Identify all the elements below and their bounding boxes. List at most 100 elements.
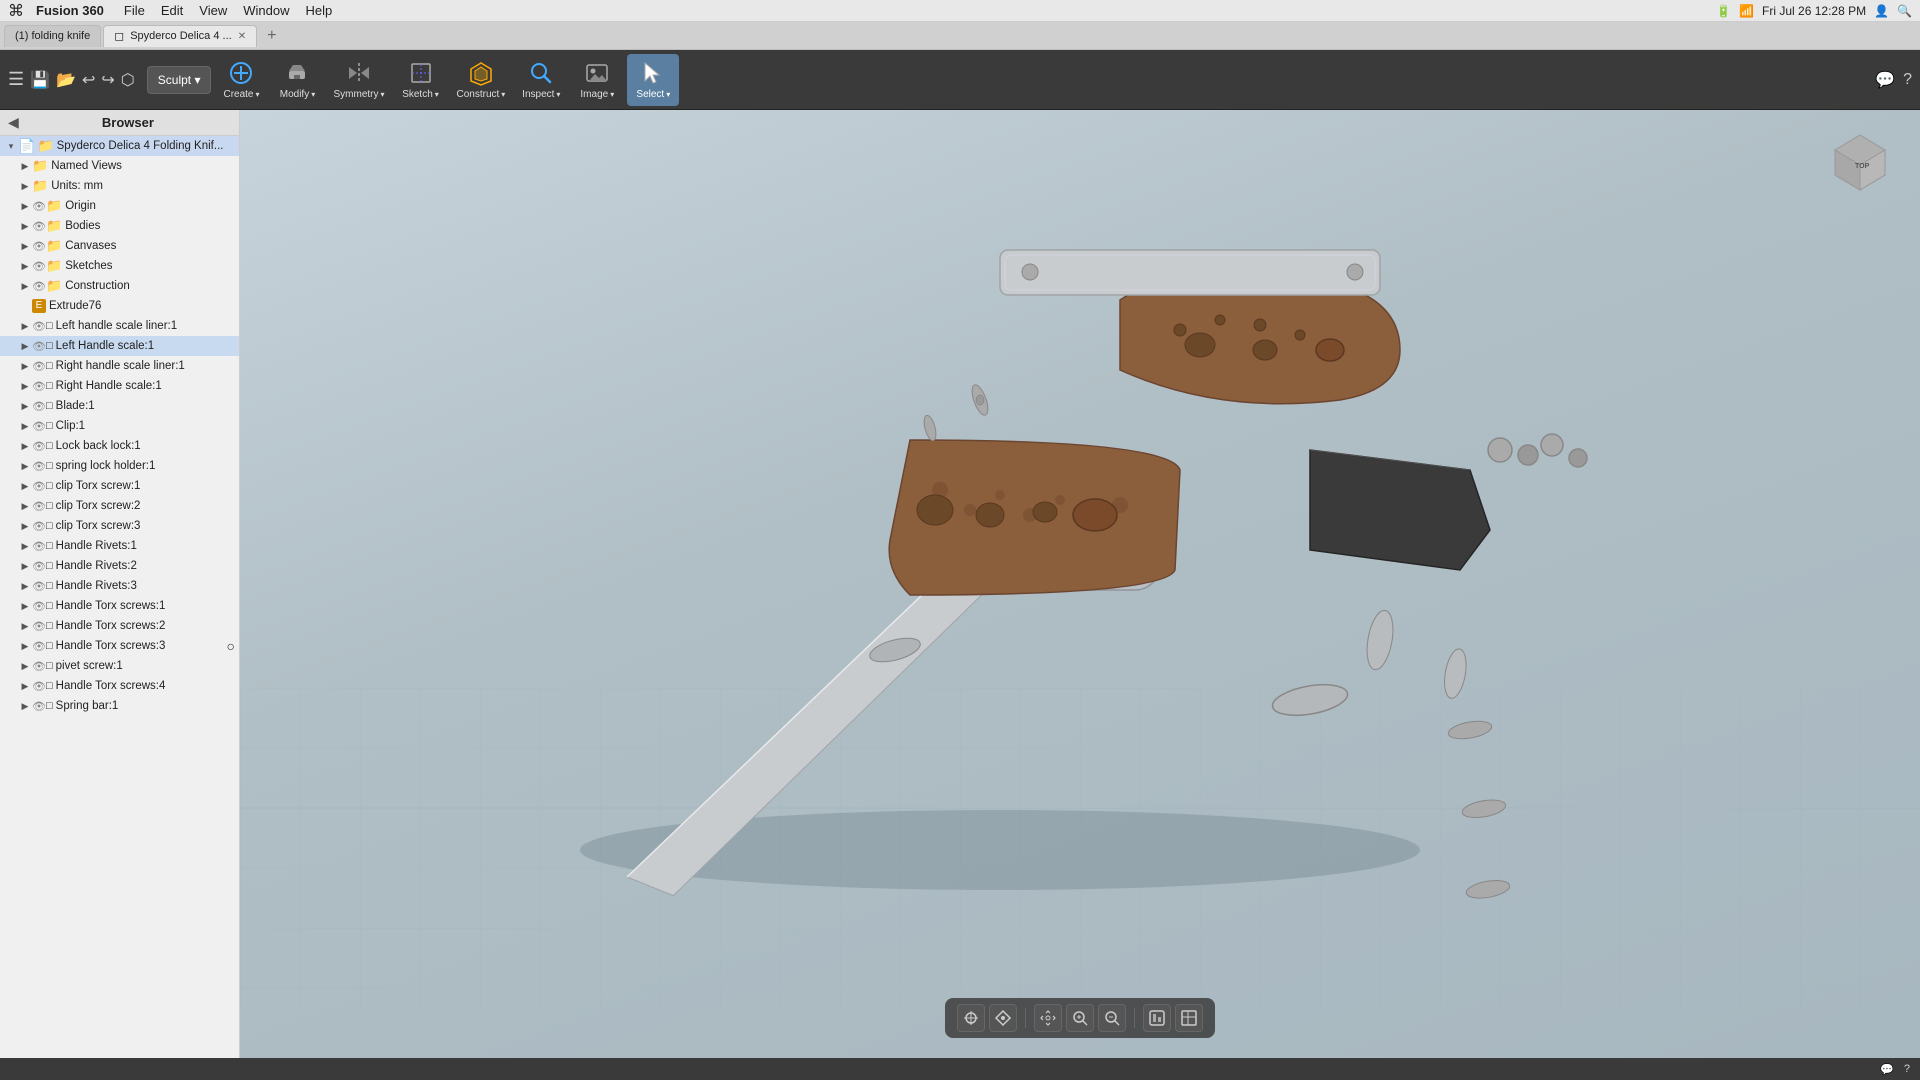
search-icon[interactable]: 🔍 — [1897, 4, 1912, 18]
grid-settings-button[interactable] — [1175, 1004, 1203, 1032]
tree-canvases[interactable]: ▶ 👁 📁 Canvases — [0, 236, 239, 256]
eye-cts2[interactable]: 👁 — [32, 500, 46, 513]
eye-bodies[interactable]: 👁 — [32, 220, 46, 233]
modify-tool[interactable]: Modify▾ — [271, 54, 323, 106]
image-tool[interactable]: Image▾ — [571, 54, 623, 106]
tree-named-views[interactable]: ▶ 📁 Named Views — [0, 156, 239, 176]
eye-lhsl[interactable]: 👁 — [32, 320, 46, 333]
create-tool[interactable]: Create▾ — [215, 54, 267, 106]
eye-hr1[interactable]: 👁 — [32, 540, 46, 553]
explode-button[interactable] — [989, 1004, 1017, 1032]
tree-hr3[interactable]: ▶ 👁 □ Handle Rivets:3 — [0, 576, 239, 596]
sketch-tool[interactable]: Sketch▾ — [395, 54, 447, 106]
tree-cts3[interactable]: ▶ 👁 □ clip Torx screw:3 — [0, 516, 239, 536]
tree-lbl[interactable]: ▶ 👁 □ Lock back lock:1 — [0, 436, 239, 456]
slh-label: spring lock holder:1 — [56, 460, 235, 472]
apple-logo[interactable]: ⌘ — [8, 1, 24, 21]
undo-icon[interactable]: ↩ — [82, 70, 95, 90]
tree-hr2[interactable]: ▶ 👁 □ Handle Rivets:2 — [0, 556, 239, 576]
tree-lhsl[interactable]: ▶ 👁 □ Left handle scale liner:1 — [0, 316, 239, 336]
user-icon[interactable]: 👤 — [1874, 4, 1889, 18]
menu-file[interactable]: File — [124, 3, 145, 18]
eye-cts1[interactable]: 👁 — [32, 480, 46, 493]
tree-hr1[interactable]: ▶ 👁 □ Handle Rivets:1 — [0, 536, 239, 556]
tree-slh[interactable]: ▶ 👁 □ spring lock holder:1 — [0, 456, 239, 476]
eye-origin[interactable]: 👁 — [32, 200, 46, 213]
tree-blade[interactable]: ▶ 👁 □ Blade:1 — [0, 396, 239, 416]
menu-edit[interactable]: Edit — [161, 3, 183, 18]
root-doc-icon: 📄 — [18, 138, 35, 155]
eye-sketches[interactable]: 👁 — [32, 260, 46, 273]
comment-icon[interactable]: 💬 — [1875, 70, 1895, 90]
eye-canvases[interactable]: 👁 — [32, 240, 46, 253]
eye-hts1[interactable]: 👁 — [32, 600, 46, 613]
viewcube[interactable]: TOP — [1820, 130, 1900, 210]
eye-cts3[interactable]: 👁 — [32, 520, 46, 533]
symmetry-tool[interactable]: Symmetry▾ — [327, 54, 390, 106]
zoom-fit-button[interactable] — [1066, 1004, 1094, 1032]
tree-units[interactable]: ▶ 📁 Units: mm — [0, 176, 239, 196]
tree-origin[interactable]: ▶ 👁 📁 Origin — [0, 196, 239, 216]
tree-sketches[interactable]: ▶ 👁 📁 Sketches — [0, 256, 239, 276]
eye-rhs[interactable]: 👁 — [32, 380, 46, 393]
tree-clip[interactable]: ▶ 👁 □ Clip:1 — [0, 416, 239, 436]
tree-hts2[interactable]: ▶ 👁 □ Handle Torx screws:2 — [0, 616, 239, 636]
eye-hr2[interactable]: 👁 — [32, 560, 46, 573]
pan-button[interactable] — [1034, 1004, 1062, 1032]
eye-hts2[interactable]: 👁 — [32, 620, 46, 633]
knife-3d-model — [420, 170, 1620, 920]
joint-origin-button[interactable] — [957, 1004, 985, 1032]
tree-rhs[interactable]: ▶ 👁 □ Right Handle scale:1 — [0, 376, 239, 396]
eye-hr3[interactable]: 👁 — [32, 580, 46, 593]
tab-folding-knife[interactable]: (1) folding knife — [4, 25, 101, 47]
tree-hts1[interactable]: ▶ 👁 □ Handle Torx screws:1 — [0, 596, 239, 616]
statusbar-help-icon[interactable]: ? — [1904, 1063, 1910, 1076]
select-tool[interactable]: Select▾ — [627, 54, 679, 106]
sketch-label: Sketch▾ — [402, 89, 439, 100]
sculpt-button[interactable]: Sculpt ▾ — [147, 66, 212, 94]
menu-window[interactable]: Window — [243, 3, 289, 18]
open-icon[interactable]: 📂 — [56, 70, 76, 90]
eye-hts3[interactable]: 👁 — [32, 640, 46, 653]
sidebar-back-button[interactable]: ◀ — [8, 114, 19, 131]
tab-spyderco[interactable]: ◻ Spyderco Delica 4 ... ✕ — [103, 25, 257, 47]
eye-lbl[interactable]: 👁 — [32, 440, 46, 453]
display-settings-button[interactable] — [1143, 1004, 1171, 1032]
save-icon[interactable]: 💾 — [30, 70, 50, 90]
menu-help[interactable]: Help — [305, 3, 332, 18]
inspect-tool[interactable]: Inspect▾ — [515, 54, 567, 106]
statusbar-comment-icon[interactable]: 💬 — [1880, 1063, 1894, 1076]
tree-hts4[interactable]: ▶ 👁 □ Handle Torx screws:4 — [0, 676, 239, 696]
tree-hts3[interactable]: ▶ 👁 □ Handle Torx screws:3 ○ — [0, 636, 239, 656]
eye-hts4[interactable]: 👁 — [32, 680, 46, 693]
eye-rhsl[interactable]: 👁 — [32, 360, 46, 373]
tree-lhs[interactable]: ▶ 👁 □ Left Handle scale:1 — [0, 336, 239, 356]
tab-close-button[interactable]: ✕ — [238, 31, 246, 42]
new-tab-button[interactable]: + — [259, 27, 284, 45]
tree-cts1[interactable]: ▶ 👁 □ clip Torx screw:1 — [0, 476, 239, 496]
help-icon[interactable]: ? — [1903, 71, 1912, 89]
tree-construction[interactable]: ▶ 👁 📁 Construction — [0, 276, 239, 296]
eye-construction[interactable]: 👁 — [32, 280, 46, 293]
menu-toggle-icon[interactable]: ☰ — [8, 69, 24, 90]
tree-ps[interactable]: ▶ 👁 □ pivet screw:1 — [0, 656, 239, 676]
redo-icon[interactable]: ↪ — [101, 70, 114, 90]
sidebar-content[interactable]: ▾ 📄 📁 Spyderco Delica 4 Folding Knif... … — [0, 136, 239, 1058]
tree-rhsl[interactable]: ▶ 👁 □ Right handle scale liner:1 — [0, 356, 239, 376]
eye-blade[interactable]: 👁 — [32, 400, 46, 413]
eye-ps[interactable]: 👁 — [32, 660, 46, 673]
viewport[interactable]: TOP — [240, 110, 1920, 1058]
tree-cts2[interactable]: ▶ 👁 □ clip Torx screw:2 — [0, 496, 239, 516]
component-icon[interactable]: ⬡ — [121, 70, 135, 90]
eye-sb[interactable]: 👁 — [32, 700, 46, 713]
tree-sb[interactable]: ▶ 👁 □ Spring bar:1 — [0, 696, 239, 716]
tree-extrude76[interactable]: ▶ E Extrude76 — [0, 296, 239, 316]
tree-root[interactable]: ▾ 📄 📁 Spyderco Delica 4 Folding Knif... — [0, 136, 239, 156]
zoom-out-button[interactable] — [1098, 1004, 1126, 1032]
menu-view[interactable]: View — [199, 3, 227, 18]
eye-lhs[interactable]: 👁 — [32, 340, 46, 353]
construct-tool[interactable]: Construct▾ — [451, 54, 512, 106]
eye-clip[interactable]: 👁 — [32, 420, 46, 433]
eye-slh[interactable]: 👁 — [32, 460, 46, 473]
tree-bodies[interactable]: ▶ 👁 📁 Bodies — [0, 216, 239, 236]
